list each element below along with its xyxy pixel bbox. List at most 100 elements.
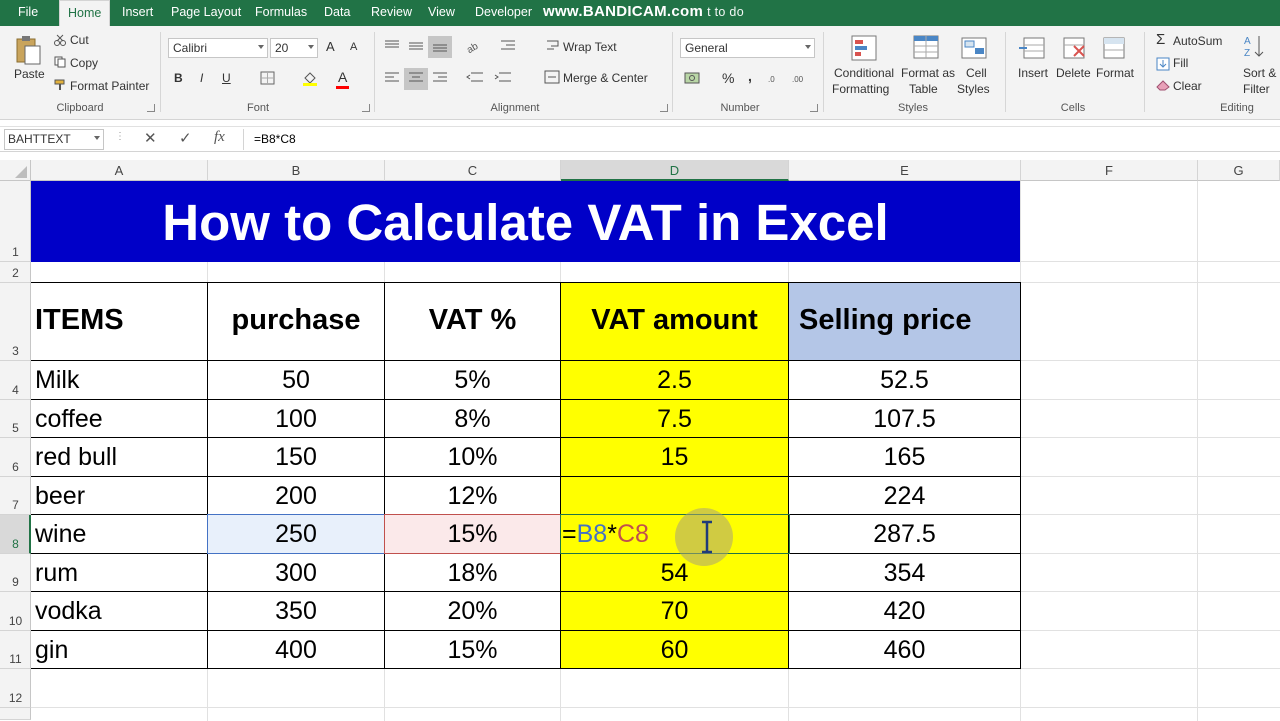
cell-vat-percent[interactable]: 5% — [385, 361, 560, 399]
cell-item[interactable]: coffee — [31, 400, 207, 438]
clipboard-launcher-icon[interactable] — [147, 104, 155, 112]
row-header[interactable]: 5 — [0, 400, 31, 438]
insert-cells-button[interactable]: Insert — [1018, 66, 1048, 80]
conditional-formatting-label-2[interactable]: Formatting — [832, 82, 889, 96]
row-header[interactable]: 12 — [0, 669, 31, 708]
header-purchase[interactable]: purchase — [208, 301, 384, 339]
cell-selling-price[interactable]: 224 — [789, 477, 1020, 515]
cell-vat-percent[interactable]: 15% — [385, 631, 560, 669]
tab-formulas[interactable]: Formulas — [247, 0, 315, 26]
tab-insert[interactable]: Insert — [114, 0, 161, 26]
cell-selling-price[interactable]: 107.5 — [789, 400, 1020, 438]
alignment-launcher-icon[interactable] — [660, 104, 668, 112]
filter-label[interactable]: Filter — [1243, 82, 1270, 96]
orientation-icon[interactable]: ab — [466, 38, 488, 54]
tab-page-layout[interactable]: Page Layout — [163, 0, 249, 26]
row-header[interactable] — [0, 708, 31, 720]
decrease-indent-icon[interactable] — [466, 72, 484, 84]
autosum-button[interactable]: AutoSum — [1173, 34, 1222, 48]
tab-review[interactable]: Review — [363, 0, 420, 26]
cell-vat-amount[interactable]: 70 — [561, 592, 788, 630]
cut-button[interactable]: Cut — [70, 33, 89, 47]
cell-item[interactable]: beer — [31, 477, 207, 515]
row-header[interactable]: 11 — [0, 631, 31, 669]
row-header[interactable]: 1 — [0, 181, 31, 262]
font-size-select[interactable]: 20 — [270, 38, 318, 58]
wrap-text-button[interactable]: Wrap Text — [563, 40, 617, 54]
row-header[interactable]: 10 — [0, 592, 31, 631]
copy-button[interactable]: Copy — [70, 56, 98, 70]
cell-item[interactable]: gin — [31, 631, 207, 669]
cell-item[interactable]: rum — [31, 554, 207, 592]
cell-vat-percent[interactable]: 15% — [385, 515, 560, 553]
worksheet-grid[interactable]: A B C D E F G 1 2 3 4 5 6 7 8 9 10 11 12… — [0, 160, 1280, 721]
percent-style-button[interactable]: % — [722, 70, 734, 86]
cell-vat-percent[interactable]: 12% — [385, 477, 560, 515]
decrease-decimal-icon[interactable]: .00 — [792, 71, 812, 85]
header-vat-percent[interactable]: VAT % — [385, 301, 560, 339]
align-top-icon[interactable] — [384, 40, 400, 52]
select-all-button[interactable] — [0, 160, 31, 181]
align-left-icon[interactable] — [384, 98, 400, 110]
font-name-select[interactable]: Calibri — [168, 38, 268, 58]
row-header[interactable]: 9 — [0, 554, 31, 592]
cell-purchase[interactable]: 350 — [208, 592, 384, 630]
borders-icon[interactable] — [260, 71, 276, 85]
column-header-g[interactable]: G — [1198, 160, 1280, 181]
row-header[interactable]: 3 — [0, 283, 31, 361]
paste-button[interactable]: Paste — [14, 67, 45, 81]
cell-vat-percent[interactable]: 20% — [385, 592, 560, 630]
currency-icon[interactable] — [684, 71, 702, 85]
cell-vat-amount[interactable]: 60 — [561, 631, 788, 669]
name-box[interactable]: BAHTTEXT — [4, 129, 104, 150]
cell-selling-price[interactable]: 52.5 — [789, 361, 1020, 399]
tab-data[interactable]: Data — [316, 0, 358, 26]
cell-purchase[interactable]: 100 — [208, 400, 384, 438]
align-left-icon[interactable] — [384, 72, 400, 84]
paste-icon[interactable] — [14, 34, 42, 66]
cell-vat-percent[interactable]: 18% — [385, 554, 560, 592]
fill-button[interactable]: Fill — [1173, 56, 1188, 70]
cell-selling-price[interactable]: 287.5 — [789, 515, 1020, 553]
shrink-font-button[interactable]: A — [350, 41, 357, 53]
format-cells-button[interactable]: Format — [1096, 66, 1134, 80]
cell-selling-price[interactable]: 165 — [789, 438, 1020, 476]
underline-button[interactable]: U — [222, 71, 231, 85]
cell-item[interactable]: red bull — [31, 438, 207, 476]
cell-vat-percent[interactable]: 8% — [385, 400, 560, 438]
delete-cells-button[interactable]: Delete — [1056, 66, 1091, 80]
sheet-title-cell[interactable]: How to Calculate VAT in Excel — [31, 181, 1020, 262]
merge-center-button[interactable]: Merge & Center — [563, 71, 648, 85]
insert-function-button[interactable]: fx — [214, 129, 225, 146]
clear-button[interactable]: Clear — [1173, 79, 1202, 93]
comma-style-button[interactable]: , — [748, 68, 752, 84]
fill-color-icon[interactable] — [302, 70, 318, 86]
cell-purchase[interactable]: 150 — [208, 438, 384, 476]
header-selling-price[interactable]: Selling price — [789, 301, 1013, 339]
tab-home[interactable]: Home — [59, 0, 111, 26]
cell-purchase[interactable]: 200 — [208, 477, 384, 515]
italic-button[interactable]: I — [200, 71, 203, 85]
row-header-selected[interactable]: 8 — [0, 515, 31, 554]
row-header[interactable]: 4 — [0, 361, 31, 400]
cell-styles-label[interactable]: Cell — [966, 66, 987, 80]
row-header[interactable]: 6 — [0, 438, 31, 477]
cell-item[interactable]: Milk — [31, 361, 207, 399]
column-header-c[interactable]: C — [385, 160, 561, 181]
cell-item[interactable]: wine — [31, 515, 207, 553]
sort-filter-button[interactable]: Sort & — [1243, 66, 1276, 80]
cell-vat-percent[interactable]: 10% — [385, 438, 560, 476]
column-header-f[interactable]: F — [1021, 160, 1198, 181]
align-middle-icon[interactable] — [408, 40, 424, 52]
conditional-formatting-label[interactable]: Conditional — [834, 66, 894, 80]
tab-view[interactable]: View — [420, 0, 463, 26]
column-header-a[interactable]: A — [31, 160, 208, 181]
enter-formula-button[interactable]: ✓ — [179, 129, 192, 147]
format-as-table-label[interactable]: Format as — [901, 66, 955, 80]
cell-selling-price[interactable]: 420 — [789, 592, 1020, 630]
increase-indent-icon[interactable] — [494, 72, 512, 84]
cell-selling-price[interactable]: 460 — [789, 631, 1020, 669]
header-items[interactable]: ITEMS — [31, 301, 207, 339]
cell-purchase[interactable]: 250 — [208, 515, 384, 553]
cell-vat-amount[interactable]: 2.5 — [561, 361, 788, 399]
